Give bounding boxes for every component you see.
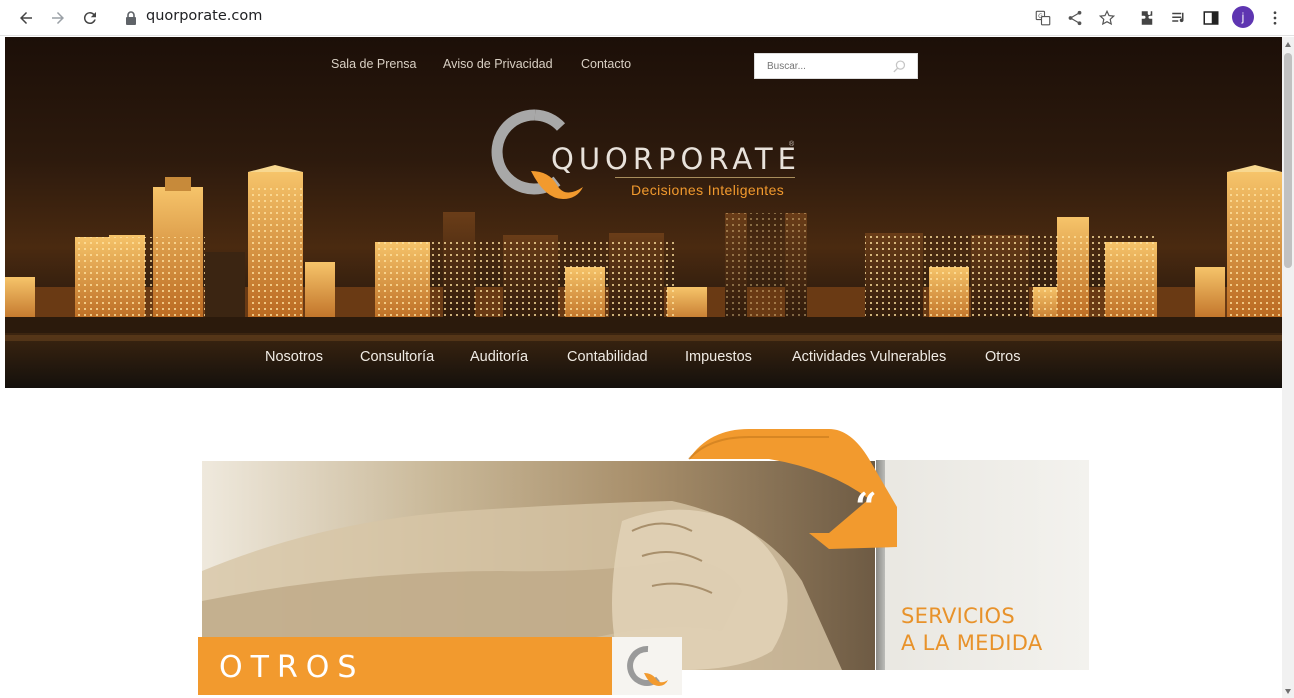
q-logo-badge [612, 637, 682, 695]
services-tagline: SERVICIOS A LA MEDIDA [901, 603, 1042, 657]
web-page: Sala de Prensa Aviso de Privacidad Conta… [5, 37, 1282, 698]
star-icon[interactable] [1096, 7, 1118, 29]
top-link-sala-de-prensa[interactable]: Sala de Prensa [331, 57, 416, 71]
q-logo-icon [627, 645, 668, 686]
reload-icon[interactable] [74, 0, 106, 36]
section-title: OTROS [219, 650, 365, 685]
menu-icon[interactable] [1264, 7, 1286, 29]
nav-item-actividades-vulnerables[interactable]: Actividades Vulnerables [792, 349, 946, 365]
scroll-up-arrow-icon[interactable] [1285, 42, 1291, 47]
search-box [754, 53, 918, 79]
city-skyline-image [5, 165, 1282, 388]
site-header: Sala de Prensa Aviso de Privacidad Conta… [5, 37, 1282, 388]
page-scrollbar[interactable] [1282, 37, 1294, 698]
nav-item-impuestos[interactable]: Impuestos [685, 349, 752, 365]
share-icon[interactable] [1064, 7, 1086, 29]
nav-item-nosotros[interactable]: Nosotros [265, 349, 323, 365]
nav-item-contabilidad[interactable]: Contabilidad [567, 349, 648, 365]
browser-toolbar: quorporate.com G j [0, 0, 1294, 36]
forward-arrow-icon[interactable] [42, 0, 74, 36]
logo-wordmark: QUORPORATE [551, 142, 801, 176]
extensions-icon[interactable] [1136, 7, 1158, 29]
nav-item-auditoria[interactable]: Auditoría [470, 349, 528, 365]
search-input[interactable] [755, 54, 890, 78]
logo-tagline: Decisiones Inteligentes [631, 182, 785, 198]
top-link-aviso-de-privacidad[interactable]: Aviso de Privacidad [443, 57, 553, 71]
quote-mark-icon: “ [855, 484, 877, 529]
side-panel-icon[interactable] [1200, 7, 1222, 29]
scrollbar-thumb[interactable] [1284, 53, 1292, 268]
nav-item-otros[interactable]: Otros [985, 349, 1020, 365]
services-line-1: SERVICIOS [901, 604, 1016, 628]
nav-item-consultoria[interactable]: Consultoría [360, 349, 434, 365]
section-banner: “ SERVICIOS A LA MEDIDA OTROS [198, 429, 1089, 698]
services-line-2: A LA MEDIDA [901, 631, 1043, 655]
back-arrow-icon[interactable] [10, 0, 42, 36]
search-icon[interactable] [892, 59, 907, 74]
lock-icon[interactable] [124, 10, 138, 26]
address-bar-url[interactable]: quorporate.com [146, 8, 262, 24]
svg-text:G: G [1038, 13, 1043, 20]
logo-divider [615, 177, 795, 178]
top-link-contacto[interactable]: Contacto [581, 57, 631, 71]
media-icon[interactable] [1168, 7, 1190, 29]
scroll-down-arrow-icon[interactable] [1285, 689, 1291, 694]
translate-icon[interactable]: G [1032, 7, 1054, 29]
logo-registered-mark: ® [789, 141, 795, 148]
profile-avatar[interactable]: j [1232, 6, 1254, 28]
